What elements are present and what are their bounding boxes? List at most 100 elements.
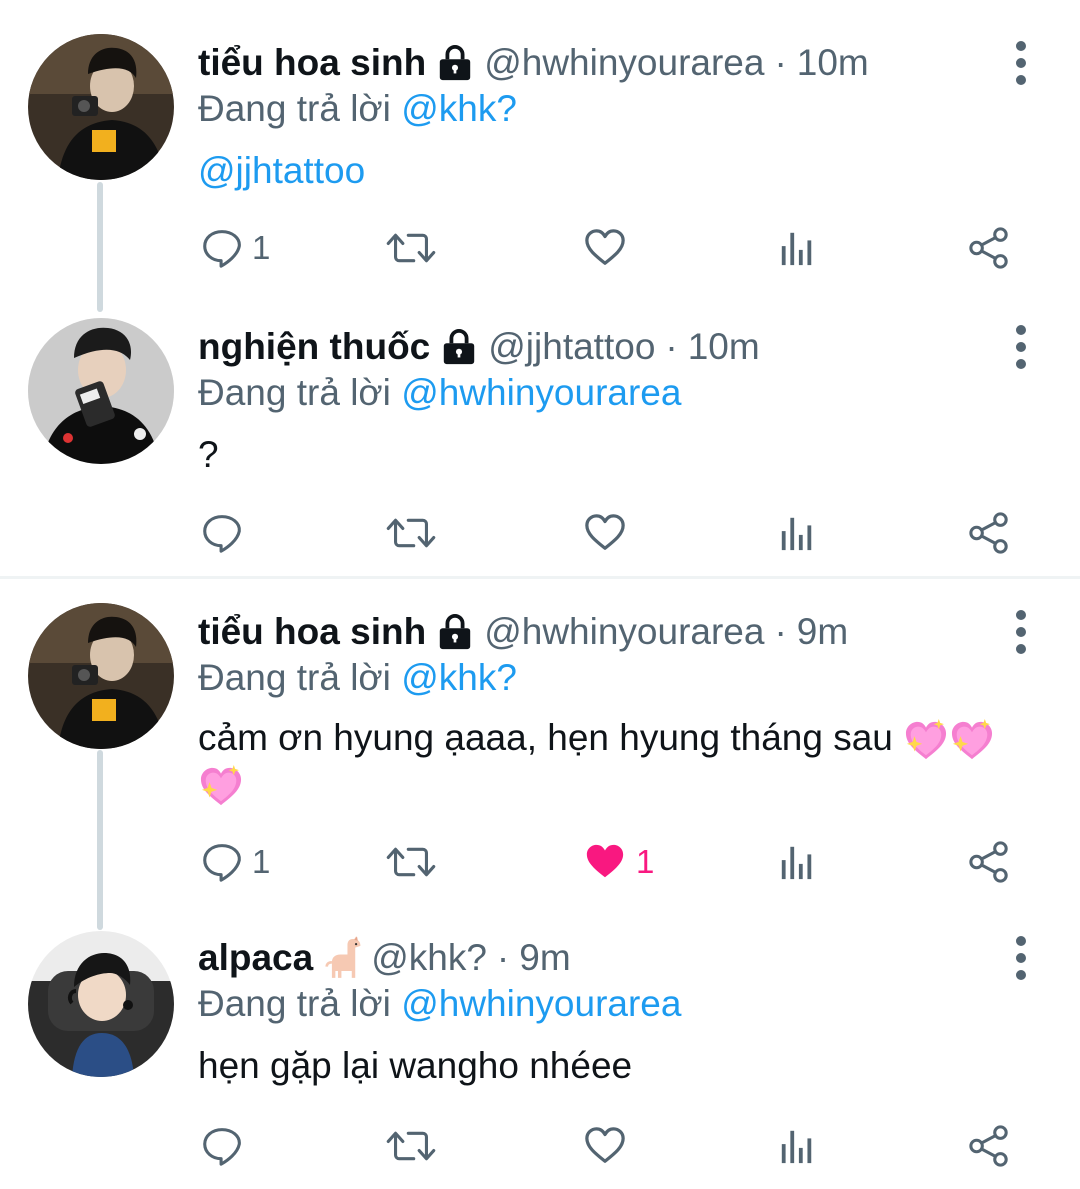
- retweet-button[interactable]: [386, 223, 436, 273]
- share-button[interactable]: [968, 837, 1010, 887]
- action-bar: 1: [198, 223, 1018, 273]
- action-bar: [198, 508, 1018, 558]
- tweet-header: alpaca @khk? · 9m: [198, 931, 571, 985]
- more-icon[interactable]: [1010, 609, 1032, 655]
- reply-context: Đang trả lời @hwhinyourarea: [198, 372, 681, 414]
- reply-icon: [202, 228, 242, 268]
- reply-button[interactable]: [202, 1121, 252, 1171]
- separator: ·: [774, 611, 787, 652]
- share-icon: [968, 841, 1010, 883]
- tweet-text-container[interactable]: cảm ơn hyung ạaaa, hẹn hyung tháng sau: [198, 715, 1028, 807]
- tweet[interactable]: tiểu hoa sinh @hwhinyourarea · 9m Đang t…: [0, 579, 1080, 919]
- share-button[interactable]: [968, 1121, 1010, 1171]
- reply-context: Đang trả lời @hwhinyourarea: [198, 983, 681, 1025]
- views-icon: [778, 842, 816, 882]
- like-button[interactable]: [584, 223, 626, 273]
- llama-icon: [325, 936, 363, 980]
- avatar[interactable]: [28, 34, 174, 180]
- reply-mention[interactable]: @hwhinyourarea: [401, 372, 681, 413]
- reply-button[interactable]: 1: [202, 223, 270, 273]
- handle[interactable]: @hwhinyourarea: [484, 611, 764, 653]
- lock-icon: [440, 328, 478, 366]
- retweet-icon: [386, 1126, 436, 1166]
- tweet-header: tiểu hoa sinh @hwhinyourarea · 9m: [198, 605, 848, 659]
- like-button[interactable]: [584, 508, 626, 558]
- retweet-button[interactable]: [386, 508, 436, 558]
- views-button[interactable]: [778, 1121, 816, 1171]
- tweet-header: nghiện thuốc @jjhtattoo · 10m: [198, 320, 760, 374]
- like-icon: [584, 227, 626, 269]
- more-icon[interactable]: [1010, 324, 1032, 370]
- reply-mention[interactable]: @hwhinyourarea: [401, 983, 681, 1024]
- display-name[interactable]: alpaca: [198, 937, 313, 979]
- separator: ·: [665, 326, 678, 367]
- like-icon: [584, 1125, 626, 1167]
- reply-context: Đang trả lời @khk?: [198, 657, 517, 699]
- like-count: 1: [636, 843, 655, 880]
- tweet-text: cảm ơn hyung ạaaa, hẹn hyung tháng sau: [198, 717, 893, 758]
- reply-prefix: Đang trả lời: [198, 983, 391, 1024]
- views-icon: [778, 513, 816, 553]
- tweet-text[interactable]: @jjhtattoo: [198, 148, 365, 194]
- lock-icon: [436, 44, 474, 82]
- reply-icon: [202, 1126, 242, 1166]
- views-icon: [778, 1126, 816, 1166]
- avatar[interactable]: [28, 603, 174, 749]
- reply-count: 1: [252, 229, 271, 266]
- reply-prefix: Đang trả lời: [198, 88, 391, 129]
- reply-button[interactable]: 1: [202, 837, 270, 887]
- display-name[interactable]: tiểu hoa sinh: [198, 42, 426, 84]
- more-icon[interactable]: [1010, 40, 1032, 86]
- share-button[interactable]: [968, 508, 1010, 558]
- views-button[interactable]: [778, 837, 816, 887]
- action-bar: [198, 1121, 1018, 1171]
- lock-icon: [436, 613, 474, 651]
- timestamp[interactable]: 10m: [797, 42, 869, 84]
- timestamp[interactable]: 9m: [797, 611, 848, 653]
- display-name[interactable]: tiểu hoa sinh: [198, 611, 426, 653]
- retweet-button[interactable]: [386, 1121, 436, 1171]
- handle[interactable]: @hwhinyourarea: [484, 42, 764, 84]
- share-icon: [968, 227, 1010, 269]
- tweet[interactable]: tiểu hoa sinh @hwhinyourarea · 10m Đang …: [0, 0, 1080, 300]
- share-icon: [968, 1125, 1010, 1167]
- retweet-icon: [386, 842, 436, 882]
- tweet[interactable]: alpaca @khk? · 9m Đang trả lời @hwhinyou…: [0, 919, 1080, 1189]
- reply-mention[interactable]: @khk?: [401, 657, 517, 698]
- reply-context: Đang trả lời @khk?: [198, 88, 517, 130]
- avatar[interactable]: [28, 931, 174, 1077]
- reply-icon: [202, 513, 242, 553]
- views-button[interactable]: [778, 223, 816, 273]
- avatar[interactable]: [28, 318, 174, 464]
- separator: ·: [496, 937, 510, 978]
- retweet-icon: [386, 513, 436, 553]
- reply-icon: [202, 842, 242, 882]
- timestamp[interactable]: 9m: [519, 937, 570, 979]
- share-button[interactable]: [968, 223, 1010, 273]
- tweet-text[interactable]: ?: [198, 432, 219, 478]
- like-filled-icon: [584, 841, 626, 883]
- reply-prefix: Đang trả lời: [198, 372, 391, 413]
- retweet-icon: [386, 228, 436, 268]
- views-icon: [778, 228, 816, 268]
- retweet-button[interactable]: [386, 837, 436, 887]
- tweet-text[interactable]: hẹn gặp lại wangho nhéee: [198, 1043, 632, 1089]
- timestamp[interactable]: 10m: [688, 326, 760, 368]
- tweet[interactable]: nghiện thuốc @jjhtattoo · 10m Đang trả l…: [0, 300, 1080, 576]
- reply-count: 1: [252, 843, 271, 880]
- separator: ·: [774, 42, 787, 83]
- action-bar: 1 1: [198, 837, 1018, 887]
- display-name[interactable]: nghiện thuốc: [198, 326, 430, 368]
- tweet-header: tiểu hoa sinh @hwhinyourarea · 10m: [198, 36, 869, 90]
- handle[interactable]: @khk?: [371, 937, 487, 979]
- sparkling-heart-icon: [949, 719, 995, 761]
- more-icon[interactable]: [1010, 935, 1032, 981]
- like-button[interactable]: 1: [584, 837, 654, 887]
- reply-mention[interactable]: @khk?: [401, 88, 517, 129]
- share-icon: [968, 512, 1010, 554]
- sparkling-heart-icon: [903, 719, 949, 761]
- handle[interactable]: @jjhtattoo: [488, 326, 655, 368]
- reply-button[interactable]: [202, 508, 252, 558]
- like-button[interactable]: [584, 1121, 626, 1171]
- views-button[interactable]: [778, 508, 816, 558]
